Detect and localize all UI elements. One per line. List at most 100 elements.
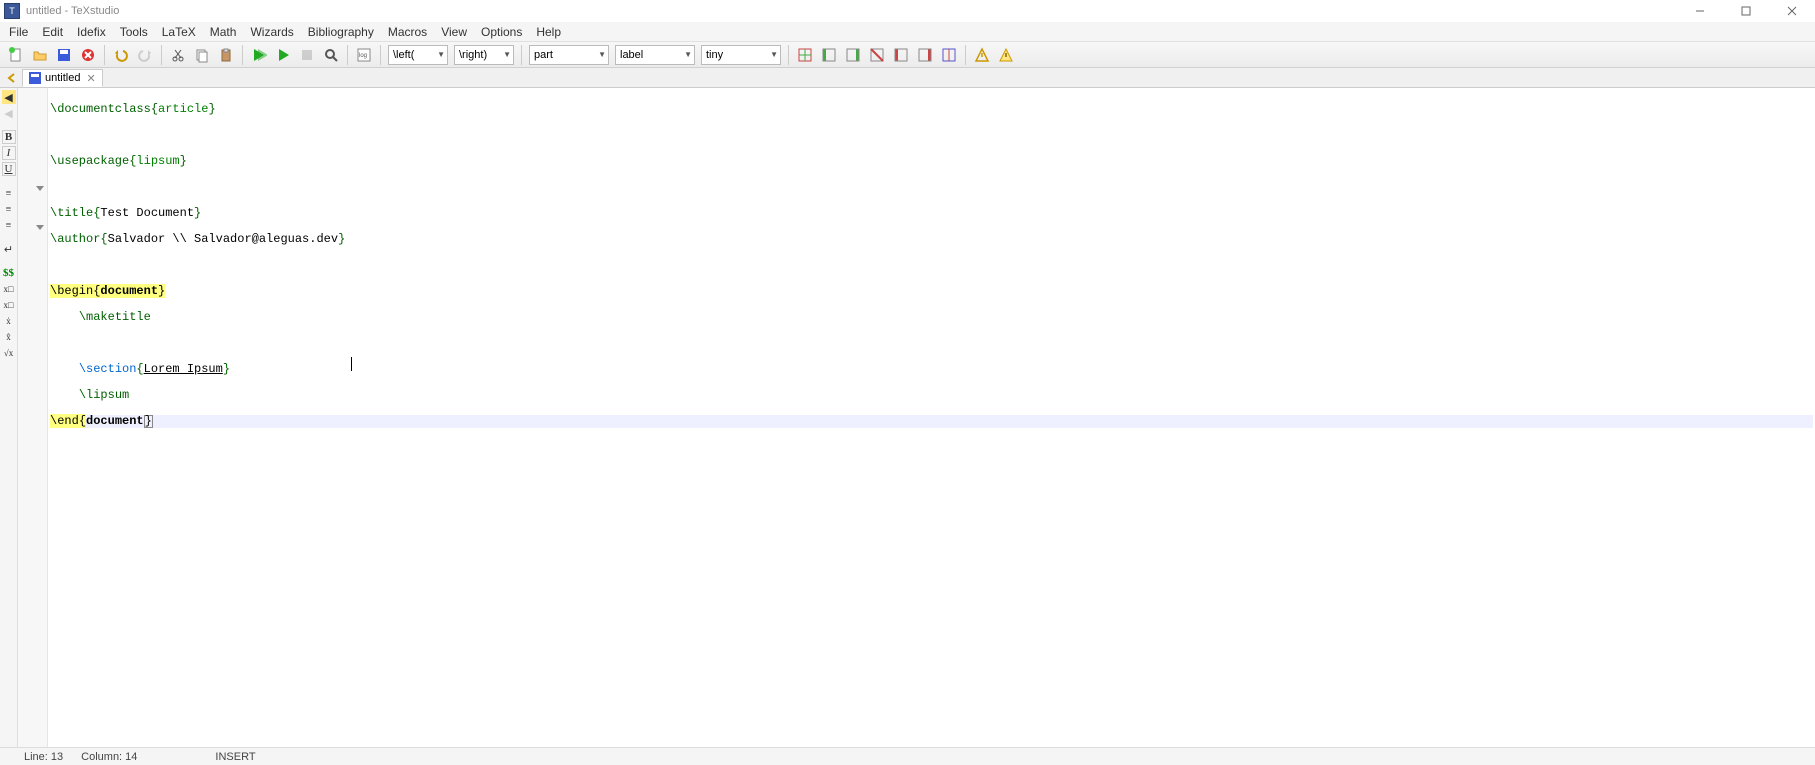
- cut-button[interactable]: [167, 44, 189, 66]
- menu-edit[interactable]: Edit: [35, 23, 70, 41]
- menu-bibliography[interactable]: Bibliography: [301, 23, 381, 41]
- right-delimiter-combo[interactable]: \right)▼: [454, 45, 514, 65]
- view-log-button[interactable]: log: [353, 44, 375, 66]
- cmd: \maketitle: [79, 310, 151, 324]
- code-editor[interactable]: \documentclass{article} \usepackage{lips…: [48, 88, 1815, 747]
- matrix-icon-7[interactable]: [938, 44, 960, 66]
- matrix-icon-5[interactable]: [890, 44, 912, 66]
- brace: {: [100, 232, 107, 246]
- paste-button[interactable]: [215, 44, 237, 66]
- save-file-button[interactable]: [53, 44, 75, 66]
- compile-button[interactable]: [272, 44, 294, 66]
- toolbar-separator: [161, 45, 162, 65]
- fold-marker-icon[interactable]: [36, 225, 44, 230]
- document-tabstrip: untitled ✕: [0, 68, 1815, 88]
- menu-math[interactable]: Math: [203, 23, 244, 41]
- arg: lipsum: [136, 154, 179, 168]
- align-center-button[interactable]: ≡: [2, 202, 16, 216]
- redo-button[interactable]: [134, 44, 156, 66]
- brace: }: [180, 154, 187, 168]
- matrix-icon-2[interactable]: [818, 44, 840, 66]
- menu-file[interactable]: File: [2, 23, 35, 41]
- new-file-button[interactable]: [5, 44, 27, 66]
- env-name: document: [100, 284, 158, 298]
- view-pdf-button[interactable]: [320, 44, 342, 66]
- stop-build-button[interactable]: [296, 44, 318, 66]
- bookmark-slot[interactable]: ◀: [2, 106, 16, 120]
- brace: {: [151, 102, 158, 116]
- cmd: \author: [50, 232, 100, 246]
- document-tab[interactable]: untitled ✕: [22, 69, 103, 87]
- left-delimiter-combo[interactable]: \left(▼: [388, 45, 448, 65]
- sectioning-combo[interactable]: part ▼: [529, 45, 609, 65]
- env-name: document: [86, 414, 144, 428]
- menu-macros[interactable]: Macros: [381, 23, 434, 41]
- toolbar-separator: [380, 45, 381, 65]
- back-tab-icon[interactable]: [5, 71, 19, 85]
- brace: }: [223, 362, 230, 376]
- dot-accent-button[interactable]: ẋ: [2, 314, 16, 328]
- status-column: Column: 14: [81, 751, 137, 763]
- dropdown-arrow-icon: ▼: [598, 50, 606, 59]
- brace: }: [194, 206, 201, 220]
- menu-wizards[interactable]: Wizards: [243, 23, 300, 41]
- window-titlebar: T untitled - TeXstudio: [0, 0, 1815, 22]
- menu-latex[interactable]: LaTeX: [155, 23, 203, 41]
- undo-button[interactable]: [110, 44, 132, 66]
- toolbar-separator: [242, 45, 243, 65]
- matching-bracket: }: [144, 415, 153, 428]
- open-file-button[interactable]: [29, 44, 51, 66]
- brace: }: [158, 284, 165, 298]
- cmd: \title: [50, 206, 93, 220]
- reference-combo[interactable]: label▼: [615, 45, 695, 65]
- svg-text:log: log: [359, 53, 367, 59]
- toolbar-separator: [965, 45, 966, 65]
- fold-marker-icon[interactable]: [36, 186, 44, 191]
- align-left-button[interactable]: ≡: [2, 186, 16, 200]
- bold-button[interactable]: B: [2, 130, 16, 144]
- menu-help[interactable]: Help: [529, 23, 568, 41]
- matrix-icon-4[interactable]: [866, 44, 888, 66]
- arg: Test Document: [100, 206, 194, 220]
- close-file-button[interactable]: [77, 44, 99, 66]
- build-and-view-button[interactable]: [248, 44, 270, 66]
- inline-math-button[interactable]: $$: [2, 266, 16, 280]
- toolbar-separator: [104, 45, 105, 65]
- status-line: Line: 13: [24, 751, 63, 763]
- bookmark-icon[interactable]: ◀: [2, 90, 16, 104]
- right-delimiter-value: \right): [459, 49, 487, 61]
- hat-accent-button[interactable]: x̂: [2, 330, 16, 344]
- menu-tools[interactable]: Tools: [113, 23, 155, 41]
- close-tab-icon[interactable]: ✕: [86, 72, 95, 85]
- matrix-icon-1[interactable]: [794, 44, 816, 66]
- minimize-button[interactable]: [1677, 0, 1723, 22]
- maximize-button[interactable]: [1723, 0, 1769, 22]
- warning-icon-2[interactable]: [995, 44, 1017, 66]
- menu-idefix[interactable]: Idefix: [70, 23, 113, 41]
- section-title: Lorem Ipsum: [144, 362, 223, 376]
- matrix-icon-6[interactable]: [914, 44, 936, 66]
- close-button[interactable]: [1769, 0, 1815, 22]
- toolbar-separator: [347, 45, 348, 65]
- menu-view[interactable]: View: [434, 23, 474, 41]
- subscript-button[interactable]: x□: [2, 282, 16, 296]
- cmd: \usepackage: [50, 154, 129, 168]
- save-icon: [29, 72, 41, 84]
- align-right-button[interactable]: ≡: [2, 218, 16, 232]
- superscript-button[interactable]: x□: [2, 298, 16, 312]
- window-title: untitled - TeXstudio: [26, 5, 1677, 17]
- indent: [50, 388, 79, 402]
- newline-button[interactable]: ↵: [2, 242, 16, 256]
- underline-button[interactable]: U: [2, 162, 16, 176]
- warning-icon-1[interactable]: [971, 44, 993, 66]
- menu-options[interactable]: Options: [474, 23, 529, 41]
- fontsize-combo[interactable]: tiny▼: [701, 45, 781, 65]
- left-delimiter-value: \left(: [393, 49, 414, 61]
- copy-button[interactable]: [191, 44, 213, 66]
- tab-label: untitled: [45, 72, 80, 84]
- italic-button[interactable]: I: [2, 146, 16, 160]
- editor-gutter: [18, 88, 48, 747]
- matrix-icon-3[interactable]: [842, 44, 864, 66]
- sectioning-value: part: [534, 49, 553, 61]
- sqrt-button[interactable]: √x: [2, 346, 16, 360]
